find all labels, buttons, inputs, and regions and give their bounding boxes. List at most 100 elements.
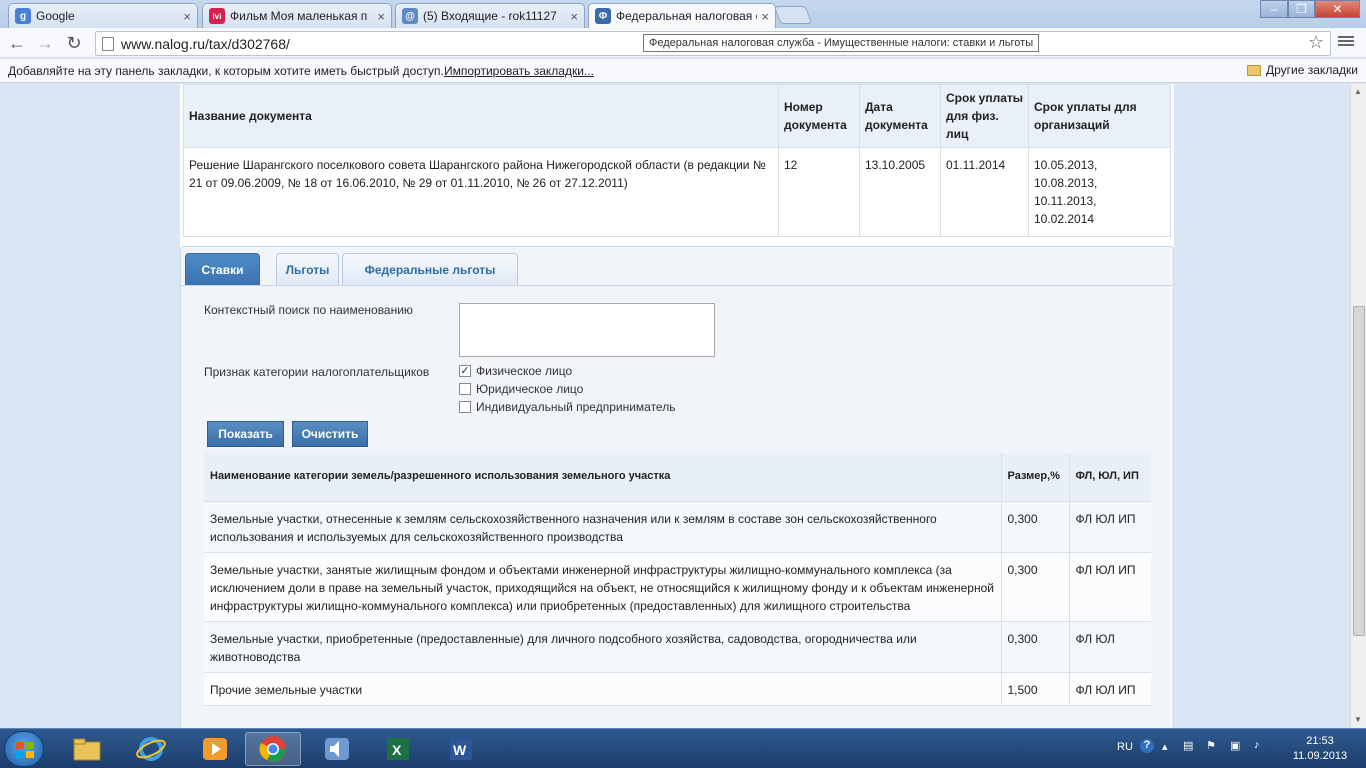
search-label: Контекстный поиск по наименованию: [204, 303, 413, 317]
rate-payers: ФЛ ЮЛ ИП: [1068, 501, 1151, 553]
rate-category: Земельные участки, занятые жилищным фонд…: [204, 552, 1001, 622]
due-date: 10.05.2013,: [1034, 158, 1098, 172]
rates-panel: Ставки Льготы Федеральные льготы Контекс…: [180, 246, 1174, 728]
reload-icon[interactable]: ↻: [63, 32, 85, 54]
close-icon[interactable]: ×: [377, 9, 385, 24]
back-icon[interactable]: ←: [6, 32, 28, 54]
network-icon[interactable]: ▤: [1183, 739, 1193, 752]
doc-header-name: Название документа: [183, 84, 779, 148]
start-button[interactable]: [4, 731, 44, 767]
windows-taskbar: X W RU ? ▴ ▤ ⚑ ▣ ♪ 21:53 11.09.2013: [0, 728, 1366, 768]
tab-title: (5) Входящие - rok11127: [423, 9, 557, 23]
explorer-icon[interactable]: [59, 732, 115, 766]
scrollbar-thumb[interactable]: [1353, 306, 1365, 636]
scroll-down-icon[interactable]: ▼: [1354, 715, 1362, 724]
bookmark-star-icon[interactable]: ☆: [1308, 32, 1324, 53]
doc-header-date: Дата документа: [859, 84, 941, 148]
media-player-icon[interactable]: [187, 732, 243, 766]
checkbox-checked-icon[interactable]: ✓: [459, 365, 471, 377]
rate-value: 0,300: [1000, 621, 1069, 673]
table-row: Земельные участки, отнесенные к землям с…: [204, 501, 1151, 553]
system-clock[interactable]: 21:53 11.09.2013: [1280, 734, 1360, 764]
volume-app-icon[interactable]: [309, 732, 365, 766]
svg-text:W: W: [453, 742, 467, 758]
other-bookmarks-label: Другие закладки: [1266, 63, 1358, 77]
forward-icon[interactable]: →: [34, 32, 56, 54]
clock-date: 11.09.2013: [1292, 750, 1348, 762]
document-table: Название документа Номер документа Дата …: [183, 84, 1171, 237]
doc-name: Решение Шарангского поселкового совета Ш…: [183, 147, 779, 237]
excel-icon[interactable]: X: [370, 732, 426, 766]
new-tab-button[interactable]: [773, 6, 813, 24]
tab-title: Фильм Моя маленькая п: [230, 9, 368, 23]
checkbox-label: Физическое лицо: [476, 364, 573, 378]
help-icon[interactable]: ?: [1140, 739, 1154, 753]
rate-value: 0,300: [1000, 552, 1069, 622]
tab-title: Федеральная налоговая с: [616, 9, 758, 23]
due-date: 10.11.2013,: [1034, 194, 1097, 208]
rates-table: Наименование категории земель/разрешенно…: [204, 453, 1151, 706]
page-scrollbar[interactable]: ▲ ▼: [1350, 84, 1366, 728]
rate-value: 0,300: [1000, 501, 1069, 553]
page-icon: [102, 37, 114, 51]
close-icon[interactable]: ×: [183, 9, 191, 24]
other-bookmarks-button[interactable]: Другие закладки: [1247, 63, 1358, 77]
checkbox-icon[interactable]: [459, 383, 471, 395]
table-row: Земельные участки, приобретенные (предос…: [204, 621, 1151, 673]
close-icon[interactable]: ×: [761, 9, 769, 24]
tray-expand-icon[interactable]: ▴: [1162, 740, 1168, 753]
flag-icon[interactable]: ⚑: [1206, 739, 1216, 752]
checkbox-label: Индивидуальный предприниматель: [476, 400, 676, 414]
menu-icon[interactable]: [1338, 34, 1354, 48]
word-icon[interactable]: W: [433, 732, 489, 766]
tab-title: Google: [36, 9, 75, 23]
checkbox-icon[interactable]: [459, 401, 471, 413]
rate-category: Земельные участки, отнесенные к землям с…: [204, 501, 1001, 553]
show-button[interactable]: Показать: [207, 421, 284, 447]
tab-benefits[interactable]: Льготы: [276, 253, 339, 285]
device-icon[interactable]: ▣: [1230, 739, 1240, 752]
browser-tab-mail[interactable]: @ (5) Входящие - rok11127 ×: [395, 3, 585, 28]
search-textarea[interactable]: [459, 303, 715, 357]
browser-tab-google[interactable]: g Google ×: [8, 3, 198, 28]
browser-tab-ivi[interactable]: ivi Фильм Моя маленькая п ×: [202, 3, 392, 28]
nalog-icon: Ф: [595, 8, 611, 24]
page-content: Название документа Номер документа Дата …: [180, 84, 1174, 728]
doc-number: 12: [778, 147, 860, 237]
category-label: Признак категории налогоплательщиков: [204, 365, 430, 379]
rate-category: Земельные участки, приобретенные (предос…: [204, 621, 1001, 673]
svg-text:X: X: [392, 742, 402, 758]
clock-time: 21:53: [1306, 735, 1334, 747]
close-icon[interactable]: ×: [570, 9, 578, 24]
doc-header-due-individuals: Срок уплаты для физ. лиц: [940, 84, 1029, 148]
scroll-up-icon[interactable]: ▲: [1354, 87, 1362, 96]
minimize-button[interactable]: –: [1260, 0, 1288, 18]
window-close-button[interactable]: ✕: [1315, 0, 1360, 18]
rate-payers: ФЛ ЮЛ ИП: [1068, 672, 1151, 706]
checkbox-individual[interactable]: ✓ Физическое лицо: [459, 364, 572, 378]
chrome-icon[interactable]: [245, 732, 301, 766]
rates-header-who: ФЛ, ЮЛ, ИП: [1068, 453, 1151, 502]
rates-header-rate: Размер,%: [1000, 453, 1069, 502]
tabs-divider: [181, 285, 1173, 286]
mail-icon: @: [402, 8, 418, 24]
maximize-button[interactable]: ❐: [1288, 0, 1315, 18]
language-indicator[interactable]: RU: [1117, 741, 1133, 753]
clear-button[interactable]: Очистить: [292, 421, 368, 447]
rate-category: Прочие земельные участки: [204, 672, 1001, 706]
checkbox-entrepreneur[interactable]: Индивидуальный предприниматель: [459, 400, 675, 414]
import-bookmarks-link[interactable]: Импортировать закладки...: [444, 64, 594, 78]
bookmarks-hint: Добавляйте на эту панель закладки, к кот…: [8, 64, 444, 78]
doc-due-organizations: 10.05.2013, 10.08.2013, 10.11.2013, 10.0…: [1028, 147, 1171, 237]
tab-federal-benefits[interactable]: Федеральные льготы: [342, 253, 518, 285]
speaker-icon[interactable]: ♪: [1254, 739, 1260, 751]
doc-date: 13.10.2005: [859, 147, 941, 237]
checkbox-legal-entity[interactable]: Юридическое лицо: [459, 382, 583, 396]
doc-header-due-organizations: Срок уплаты для организаций: [1028, 84, 1171, 148]
ie-icon[interactable]: [123, 732, 179, 766]
tab-rates[interactable]: Ставки: [185, 253, 260, 285]
ivi-icon: ivi: [209, 8, 225, 24]
browser-tab-nalog[interactable]: Ф Федеральная налоговая с ×: [588, 3, 776, 28]
tab-tooltip: Федеральная налоговая служба - Имуществе…: [643, 34, 1040, 52]
table-row: Решение Шарангского поселкового совета Ш…: [183, 147, 1171, 237]
